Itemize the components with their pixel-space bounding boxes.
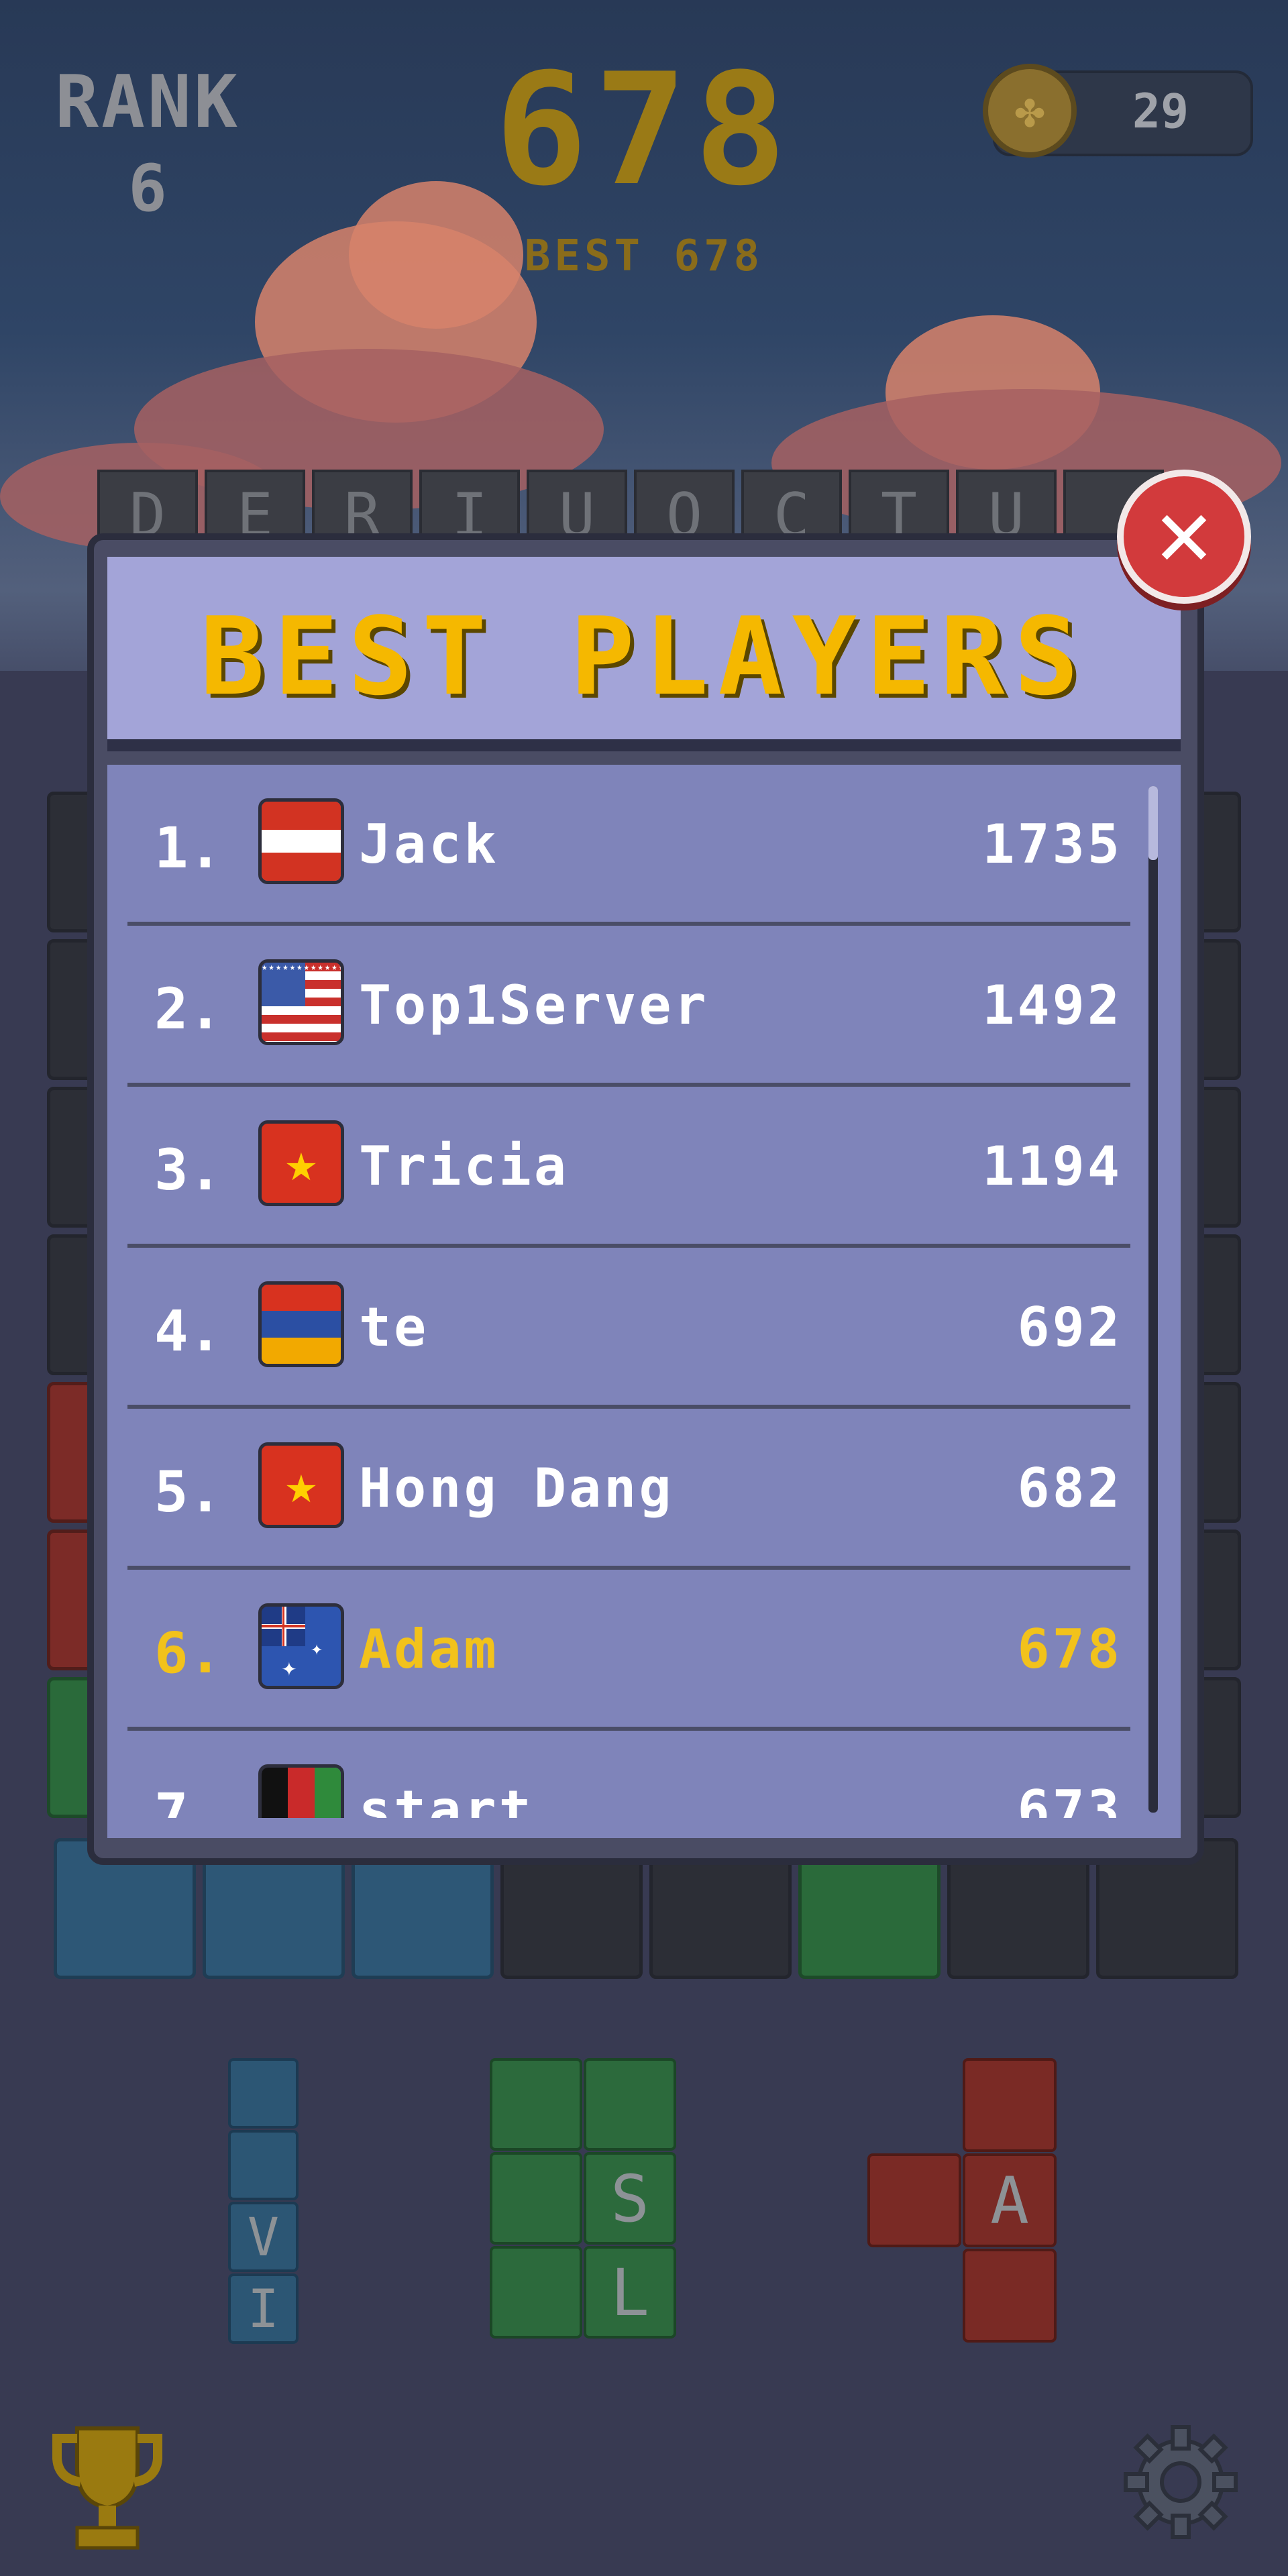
player-name: Tricia xyxy=(359,1135,569,1197)
player-score: 678 xyxy=(1017,1618,1122,1680)
player-name: Jack xyxy=(359,813,499,875)
player-name: Hong Dang xyxy=(359,1457,674,1519)
player-rank: 6. xyxy=(154,1620,223,1686)
player-rank: 2. xyxy=(154,976,223,1042)
leaderboard-row-current-user: 6. ✦ ✦ Adam 678 xyxy=(127,1570,1130,1731)
player-rank: 5. xyxy=(154,1459,223,1525)
modal-header: BEST PLAYERS xyxy=(107,557,1181,751)
player-rank: 3. xyxy=(154,1137,223,1203)
player-score: 1735 xyxy=(982,813,1122,875)
afghanistan-flag-icon xyxy=(258,1764,344,1818)
leaderboard-row: 5. ★ Hong Dang 682 xyxy=(127,1409,1130,1570)
player-rank: 4. xyxy=(154,1298,223,1364)
armenia-flag-icon xyxy=(258,1281,344,1367)
player-score: 1492 xyxy=(982,974,1122,1036)
leaderboard-row: 7. start 673 xyxy=(127,1731,1130,1818)
austria-flag-icon xyxy=(258,798,344,884)
usa-flag-icon: ★★★★★★★★★★★★ xyxy=(258,959,344,1045)
scrollbar-thumb[interactable] xyxy=(1148,786,1158,860)
leaderboard-row: 4. te 692 xyxy=(127,1248,1130,1409)
leaderboard-list[interactable]: 1. Jack 1735 2. ★★★★★★★★★★★★ Top1Server … xyxy=(107,765,1181,1838)
close-button[interactable]: ✕ xyxy=(1117,470,1251,604)
player-score: 1194 xyxy=(982,1135,1122,1197)
player-rank: 1. xyxy=(154,815,223,881)
player-score: 682 xyxy=(1017,1457,1122,1519)
player-name: start xyxy=(359,1779,534,1818)
leaderboard-scrollbar[interactable] xyxy=(1148,786,1158,1813)
player-score: 673 xyxy=(1017,1779,1122,1818)
modal-title: BEST PLAYERS xyxy=(200,594,1088,719)
player-name: te xyxy=(359,1296,429,1358)
player-name: Top1Server xyxy=(359,974,709,1036)
leaderboard-row: 2. ★★★★★★★★★★★★ Top1Server 1492 xyxy=(127,926,1130,1087)
leaderboard-row: 1. Jack 1735 xyxy=(127,765,1130,926)
leaderboard-row: 3. ★ Tricia 1194 xyxy=(127,1087,1130,1248)
australia-flag-icon: ✦ ✦ xyxy=(258,1603,344,1689)
leaderboard-modal: BEST PLAYERS 1. Jack 1735 2. ★★★★★★★★★★★… xyxy=(0,0,1288,2576)
close-icon: ✕ xyxy=(1155,478,1213,588)
vietnam-flag-icon: ★ xyxy=(258,1120,344,1206)
player-score: 692 xyxy=(1017,1296,1122,1358)
vietnam-flag-icon: ★ xyxy=(258,1442,344,1528)
player-rank: 7. xyxy=(154,1781,223,1818)
player-name: Adam xyxy=(359,1618,499,1680)
